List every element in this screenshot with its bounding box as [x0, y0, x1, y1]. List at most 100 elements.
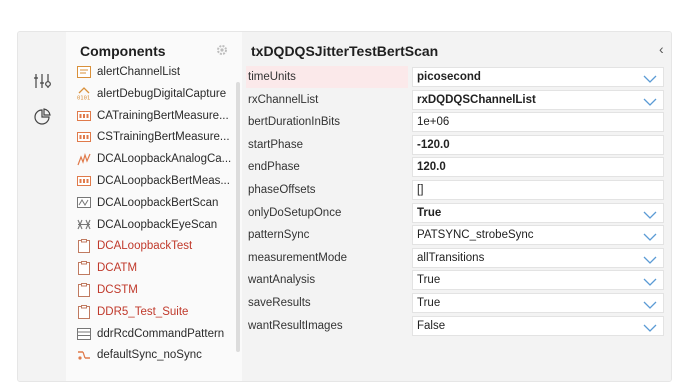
- component-label: DDR5_Test_Suite: [97, 305, 189, 318]
- app-window: Components alertChannelList 0101 alertDebu…: [17, 31, 672, 382]
- property-value: []: [417, 184, 424, 196]
- property-name: startPhase: [248, 138, 303, 151]
- adjustments-icon[interactable]: [31, 70, 53, 92]
- property-select[interactable]: rxDQDQSChannelList: [412, 89, 664, 110]
- component-list-item[interactable]: CATrainingBertMeasure...: [76, 106, 234, 126]
- clipboard-icon: [76, 304, 92, 319]
- component-list-item[interactable]: DDR5_Test_Suite: [76, 302, 234, 322]
- component-list-item[interactable]: DCALoopbackBertMeas...: [76, 171, 234, 191]
- components-panel: Components alertChannelList 0101 alertDebu…: [66, 32, 243, 381]
- property-row: phaseOffsets []: [242, 179, 671, 201]
- icon-rail: [18, 32, 66, 381]
- component-list-item[interactable]: 0101 alertDebugDigitalCapture: [76, 84, 234, 104]
- component-label: DCALoopbackAnalogCa...: [97, 153, 232, 166]
- clipboard-icon: [76, 261, 92, 276]
- component-label: DCALoopbackEyeScan: [97, 218, 218, 231]
- clipboard-icon: [76, 239, 92, 254]
- property-row: rxChannelList rxDQDQSChannelList: [242, 89, 671, 111]
- property-value: 1e+06: [417, 116, 450, 129]
- property-value: PATSYNC_strobeSync: [417, 229, 534, 242]
- component-list-item[interactable]: defaultSync_noSync: [76, 345, 234, 365]
- property-value: picosecond: [417, 71, 481, 83]
- property-name: onlyDoSetupOnce: [248, 206, 342, 219]
- property-select[interactable]: allTransitions: [412, 247, 664, 268]
- component-list-item[interactable]: ddrRcdCommandPattern: [76, 324, 234, 344]
- clipboard-icon: [76, 283, 92, 297]
- bert-measure-icon: [76, 130, 92, 144]
- property-value: rxDQDQSChannelList: [417, 93, 536, 106]
- property-value: True: [417, 274, 441, 287]
- chevron-down-icon[interactable]: [643, 230, 657, 242]
- component-list-item[interactable]: DCALoopbackAnalogCa...: [76, 149, 234, 169]
- component-label: DCALoopbackBertMeas...: [97, 175, 230, 187]
- sync-icon: [76, 348, 92, 362]
- component-list-item[interactable]: DCALoopbackTest: [76, 236, 234, 256]
- component-list-item[interactable]: CSTrainingBertMeasure...: [76, 127, 234, 147]
- list-icon: [76, 66, 92, 79]
- bert-scan-icon: [76, 196, 92, 210]
- property-name: bertDurationInBits: [248, 116, 341, 129]
- property-name: timeUnits: [246, 66, 408, 88]
- properties-title: txDQDQSJitterTestBertScan: [251, 43, 439, 59]
- component-label: DCSTM: [97, 284, 138, 296]
- property-row: wantResultImages False: [242, 315, 671, 337]
- property-name: measurementMode: [248, 251, 348, 264]
- components-list: alertChannelList 0101 alertDebugDigitalCap…: [66, 66, 242, 381]
- component-label: DCATM: [97, 262, 138, 275]
- chevron-down-icon[interactable]: [643, 275, 657, 287]
- pattern-icon: [76, 327, 92, 341]
- pie-chart-icon[interactable]: [31, 106, 53, 128]
- property-name: wantResultImages: [248, 319, 343, 332]
- property-name: wantAnalysis: [248, 274, 316, 287]
- property-select[interactable]: False: [412, 315, 664, 336]
- property-row: saveResults True: [242, 292, 671, 314]
- bert-measure-icon: [76, 109, 92, 123]
- components-scrollbar[interactable]: [236, 82, 240, 352]
- digital-capture-icon: 0101: [76, 87, 92, 101]
- gear-icon[interactable]: [216, 44, 228, 56]
- chevron-down-icon[interactable]: [643, 298, 657, 309]
- property-row: timeUnits picosecond: [242, 66, 671, 88]
- chevron-down-icon[interactable]: [643, 321, 657, 332]
- property-select[interactable]: True: [412, 293, 664, 313]
- component-label: DCALoopbackTest: [97, 240, 193, 253]
- property-row: startPhase -120.0: [242, 134, 671, 156]
- property-value: True: [417, 206, 442, 219]
- component-label: defaultSync_noSync: [97, 349, 202, 362]
- property-row: bertDurationInBits 1e+06: [242, 111, 671, 133]
- property-input[interactable]: 120.0: [412, 157, 664, 178]
- property-value: 120.0: [417, 161, 446, 174]
- property-name: patternSync: [248, 229, 310, 242]
- component-label: alertDebugDigitalCapture: [97, 87, 227, 100]
- eye-scan-icon: [76, 218, 92, 232]
- property-row: endPhase 120.0: [242, 156, 671, 178]
- component-label: CSTrainingBertMeasure...: [97, 131, 230, 144]
- component-list-item[interactable]: DCATM: [76, 258, 234, 278]
- component-list-item[interactable]: alertChannelList: [76, 66, 234, 82]
- property-row: onlyDoSetupOnce True: [242, 202, 671, 224]
- analog-capture-icon: [76, 152, 92, 166]
- chevron-down-icon[interactable]: [643, 208, 657, 219]
- property-select[interactable]: True: [412, 202, 664, 223]
- chevron-down-icon[interactable]: [643, 95, 657, 106]
- property-value: allTransitions: [417, 251, 485, 264]
- component-list-item[interactable]: DCALoopbackEyeScan: [76, 215, 234, 235]
- component-list-item[interactable]: DCALoopbackBertScan: [76, 193, 234, 213]
- property-input[interactable]: 1e+06: [412, 112, 664, 133]
- svg-text:0101: 0101: [77, 96, 90, 101]
- property-select[interactable]: True: [412, 270, 664, 291]
- property-input[interactable]: -120.0: [412, 134, 664, 155]
- chevron-down-icon[interactable]: [643, 253, 657, 264]
- chevron-down-icon[interactable]: [643, 72, 657, 83]
- property-name: rxChannelList: [248, 93, 319, 106]
- collapse-chevron-icon[interactable]: ‹: [659, 41, 664, 57]
- property-value: False: [417, 319, 446, 332]
- property-select[interactable]: picosecond: [412, 67, 664, 87]
- property-input[interactable]: []: [412, 180, 664, 200]
- property-row: patternSync PATSYNC_strobeSync: [242, 224, 671, 246]
- property-select[interactable]: PATSYNC_strobeSync: [412, 225, 664, 246]
- component-list-item[interactable]: DCSTM: [76, 280, 234, 300]
- properties-panel: txDQDQSJitterTestBertScan ‹ timeUnits pic…: [242, 32, 671, 381]
- property-value: True: [417, 297, 441, 309]
- property-value: -120.0: [417, 138, 450, 151]
